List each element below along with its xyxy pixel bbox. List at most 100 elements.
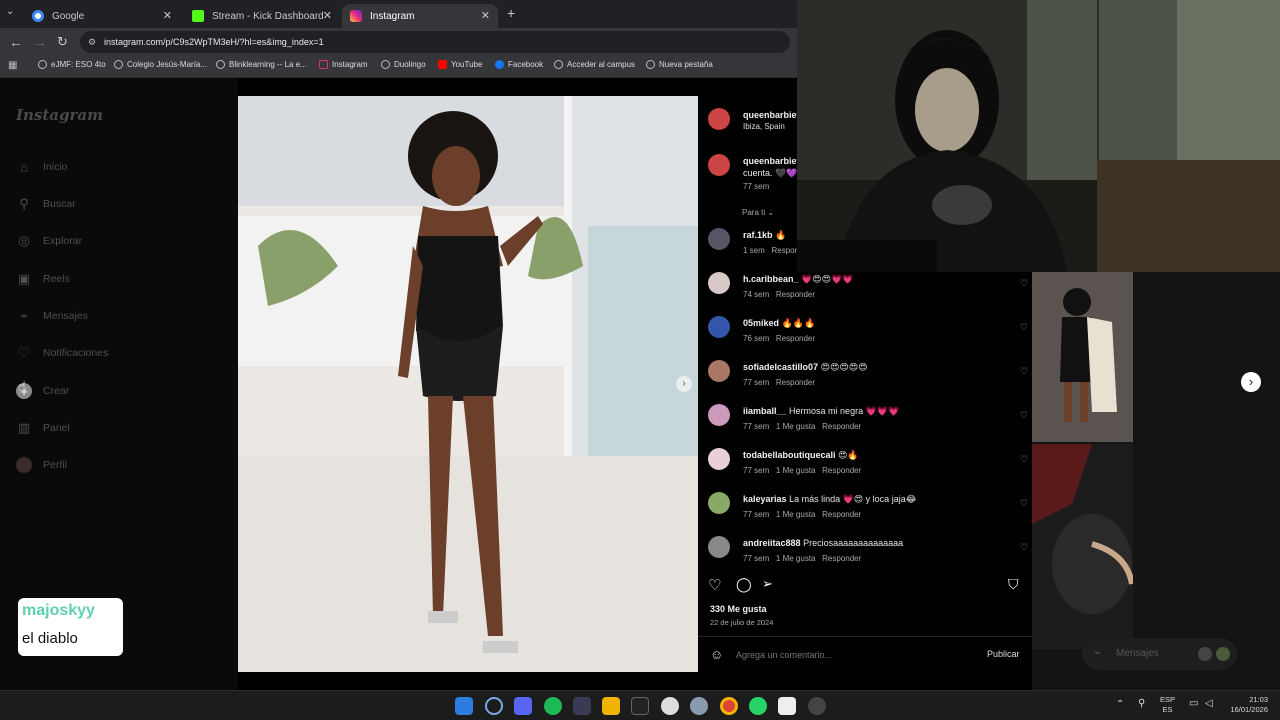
comment-likes[interactable]: 1 Me gusta xyxy=(776,422,816,431)
next-post-arrow-icon[interactable]: › xyxy=(1241,372,1261,392)
comment-username[interactable]: kaleyarias xyxy=(743,494,787,504)
forward-icon[interactable]: → xyxy=(33,34,47,50)
app-icon[interactable] xyxy=(778,697,796,715)
share-icon[interactable]: ➢ xyxy=(762,576,773,592)
avatar[interactable] xyxy=(708,404,730,426)
sidebar-item-mensajes[interactable]: ⌁ Mensajes xyxy=(16,305,88,327)
comment-username[interactable]: sofiadelcastillo07 xyxy=(743,362,818,372)
reply-button[interactable]: Responder xyxy=(776,378,815,387)
close-icon[interactable]: ✕ xyxy=(323,9,332,22)
reply-button[interactable]: Responder xyxy=(822,510,861,519)
post-image[interactable]: › xyxy=(238,96,698,672)
bookmark-item[interactable]: Acceder al campus xyxy=(554,60,635,69)
apps-grid-icon[interactable]: ▦ xyxy=(8,60,17,71)
comment-user[interactable]: todabellaboutiquecali 😍🔥 xyxy=(743,450,859,461)
bookmark-icon[interactable]: ⛉ xyxy=(1008,576,1019,593)
comment-input[interactable] xyxy=(734,648,964,662)
avatar[interactable] xyxy=(708,316,730,338)
bookmark-item[interactable]: Nueva pestaña xyxy=(646,60,713,69)
microphone-icon[interactable]: ⚲ xyxy=(1138,698,1145,709)
comment-icon[interactable]: ◯ xyxy=(736,576,752,593)
comment-like-icon[interactable]: ♡ xyxy=(1020,278,1028,289)
avatar[interactable] xyxy=(708,228,730,250)
sidebar-item-perfil[interactable]: Perfil xyxy=(16,454,67,476)
sidebar-item-inicio[interactable]: ⌂ Inicio xyxy=(16,156,67,178)
next-image-arrow-icon[interactable]: › xyxy=(676,376,692,392)
comment-like-icon[interactable]: ♡ xyxy=(1020,542,1028,553)
close-icon[interactable]: ✕ xyxy=(481,9,490,22)
tab-search-icon[interactable]: ⌄ xyxy=(6,6,14,17)
bookmark-item[interactable]: Duolingo xyxy=(381,60,426,69)
bookmark-item[interactable]: eJMF: ESO 4to xyxy=(38,60,106,69)
avatar[interactable] xyxy=(708,272,730,294)
site-info-icon[interactable]: ⚙ xyxy=(88,31,96,53)
discord-icon[interactable] xyxy=(514,697,532,715)
network-icon[interactable]: ▭ xyxy=(1189,698,1198,709)
reply-button[interactable]: Responder xyxy=(776,334,815,343)
bookmark-item[interactable]: Colegio Jesús-María... xyxy=(114,60,207,69)
comment-like-icon[interactable]: ♡ xyxy=(1020,454,1028,465)
comment-like-icon[interactable]: ♡ xyxy=(1020,366,1028,377)
comment-like-icon[interactable]: ♡ xyxy=(1020,410,1028,421)
comment-like-icon[interactable]: ♡ xyxy=(1020,498,1028,509)
language-indicator[interactable]: ESP ES xyxy=(1160,695,1175,715)
publish-button[interactable]: Publicar xyxy=(987,649,1020,659)
reply-button[interactable]: Responder xyxy=(822,554,861,563)
folder-icon[interactable] xyxy=(602,697,620,715)
comment-username[interactable]: todabellaboutiquecali xyxy=(743,450,836,460)
windows-start-icon[interactable] xyxy=(455,697,473,715)
bookmark-item[interactable]: Blinklearning -- La e... xyxy=(216,60,307,69)
epic-games-icon[interactable] xyxy=(631,697,649,715)
like-icon[interactable]: ♡ xyxy=(708,576,721,594)
tab-instagram[interactable]: Instagram ✕ xyxy=(342,4,498,28)
app-icon[interactable] xyxy=(661,697,679,715)
volume-icon[interactable]: ◁ xyxy=(1205,698,1213,709)
sort-dropdown[interactable]: Para ti ⌄ xyxy=(742,208,774,217)
floating-messages-button[interactable]: ⌁ Mensajes xyxy=(1082,638,1237,670)
emoji-icon[interactable]: ☺ xyxy=(710,647,723,662)
avatar[interactable] xyxy=(708,154,730,176)
sidebar-item-panel[interactable]: ▥ Panel xyxy=(16,417,70,439)
clock[interactable]: 21:03 16/01/2026 xyxy=(1224,695,1268,715)
avatar[interactable] xyxy=(708,536,730,558)
whatsapp-icon[interactable] xyxy=(749,697,767,715)
avatar[interactable] xyxy=(708,108,730,130)
instagram-logo[interactable]: Instagram xyxy=(16,106,103,124)
sidebar-item-explorar[interactable]: ◎ Explorar xyxy=(16,230,82,252)
comment-user[interactable]: kaleyarias La más linda 💗😍 y loca jaja😂 xyxy=(743,494,916,505)
comment-user[interactable]: iiamball__ Hermosa mi negra 💗💗💗 xyxy=(743,406,899,417)
sidebar-item-reels[interactable]: ▣ Reels xyxy=(16,268,70,290)
comment-user[interactable]: andreiitac888 Preciosaaaaaaaaaaaaaa xyxy=(743,538,903,548)
thumbnail-image[interactable] xyxy=(1032,272,1133,442)
comment-username[interactable]: iiamball__ xyxy=(743,406,787,416)
url-input[interactable]: ⚙ instagram.com/p/C9s2WpTM3eH/?hl=es&img… xyxy=(80,31,790,53)
obs-icon[interactable] xyxy=(808,697,826,715)
avatar[interactable] xyxy=(708,492,730,514)
search-icon[interactable] xyxy=(485,697,503,715)
post-author[interactable]: queenbarbiet xyxy=(743,110,800,120)
app-icon[interactable] xyxy=(573,697,591,715)
comment-username[interactable]: raf.1kb xyxy=(743,230,773,240)
avatar[interactable] xyxy=(708,448,730,470)
reply-button[interactable]: Responder xyxy=(822,466,861,475)
comment-user[interactable]: sofiadelcastillo07 😍😍😍😍😍 xyxy=(743,362,867,373)
comment-likes[interactable]: 1 Me gusta xyxy=(776,510,816,519)
comment-user[interactable]: raf.1kb 🔥 xyxy=(743,230,786,241)
spotify-icon[interactable] xyxy=(544,697,562,715)
bookmark-item[interactable]: YouTube xyxy=(438,60,482,69)
close-icon[interactable]: ✕ xyxy=(163,9,172,22)
comment-likes[interactable]: 1 Me gusta xyxy=(776,466,816,475)
reply-button[interactable]: Responder xyxy=(776,290,815,299)
reload-icon[interactable]: ↻ xyxy=(57,34,68,50)
back-icon[interactable]: ← xyxy=(9,34,23,50)
comment-user[interactable]: 05miked 🔥🔥🔥 xyxy=(743,318,815,329)
caption-user[interactable]: queenbarbiet xyxy=(743,156,800,166)
thumbnail-image[interactable] xyxy=(1032,444,1135,649)
post-location[interactable]: Ibiza, Spain xyxy=(743,122,785,131)
chevron-up-icon[interactable]: ⌃ xyxy=(1116,699,1124,710)
sidebar-item-buscar[interactable]: ⚲ Buscar xyxy=(16,193,75,215)
comment-user[interactable]: h.caribbean_ 💗😍😍💗💗 xyxy=(743,274,853,285)
bookmark-item[interactable]: Instagram xyxy=(319,60,368,69)
chrome-icon[interactable] xyxy=(720,697,738,715)
comment-username[interactable]: andreiitac888 xyxy=(743,538,801,548)
